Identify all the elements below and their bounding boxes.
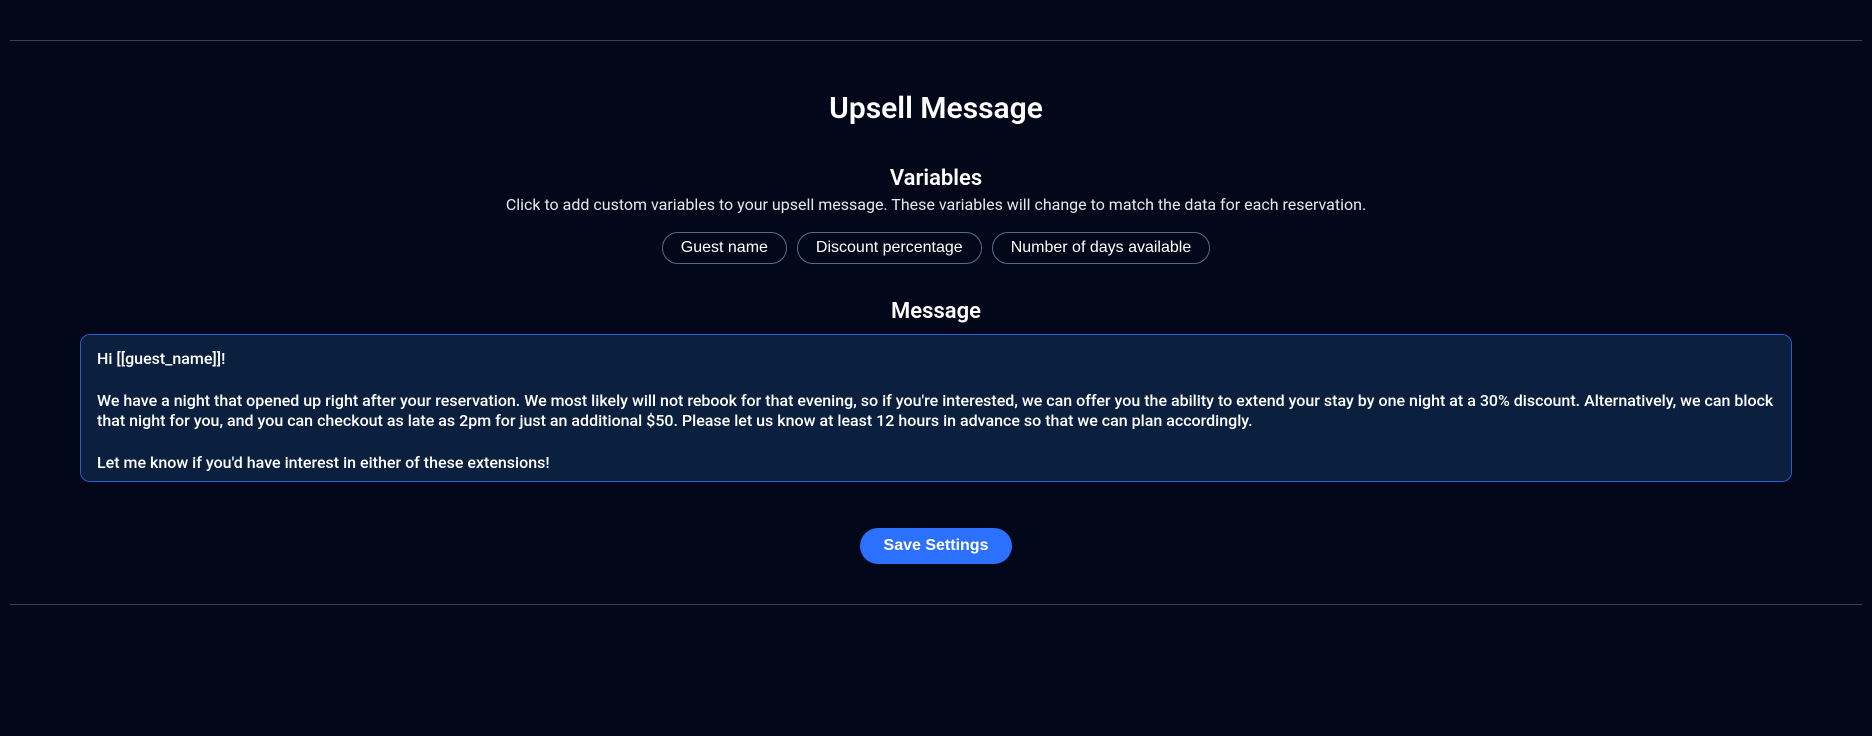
section-divider-bottom xyxy=(10,604,1862,605)
message-textarea[interactable] xyxy=(80,334,1792,482)
message-section: Message xyxy=(80,299,1792,486)
variables-subtitle: Click to add custom variables to your up… xyxy=(506,195,1366,214)
variable-chip-guest-name[interactable]: Guest name xyxy=(662,232,787,264)
variable-chip-discount-percentage[interactable]: Discount percentage xyxy=(797,232,982,264)
upsell-message-section: Upsell Message Variables Click to add cu… xyxy=(10,41,1862,564)
section-title: Upsell Message xyxy=(829,91,1043,126)
variable-chip-days-available[interactable]: Number of days available xyxy=(992,232,1211,264)
save-settings-button[interactable]: Save Settings xyxy=(860,528,1013,564)
variable-chips-container: Guest name Discount percentage Number of… xyxy=(506,232,1366,264)
message-title: Message xyxy=(80,299,1792,324)
variables-title: Variables xyxy=(506,166,1366,191)
variables-section: Variables Click to add custom variables … xyxy=(506,166,1366,264)
